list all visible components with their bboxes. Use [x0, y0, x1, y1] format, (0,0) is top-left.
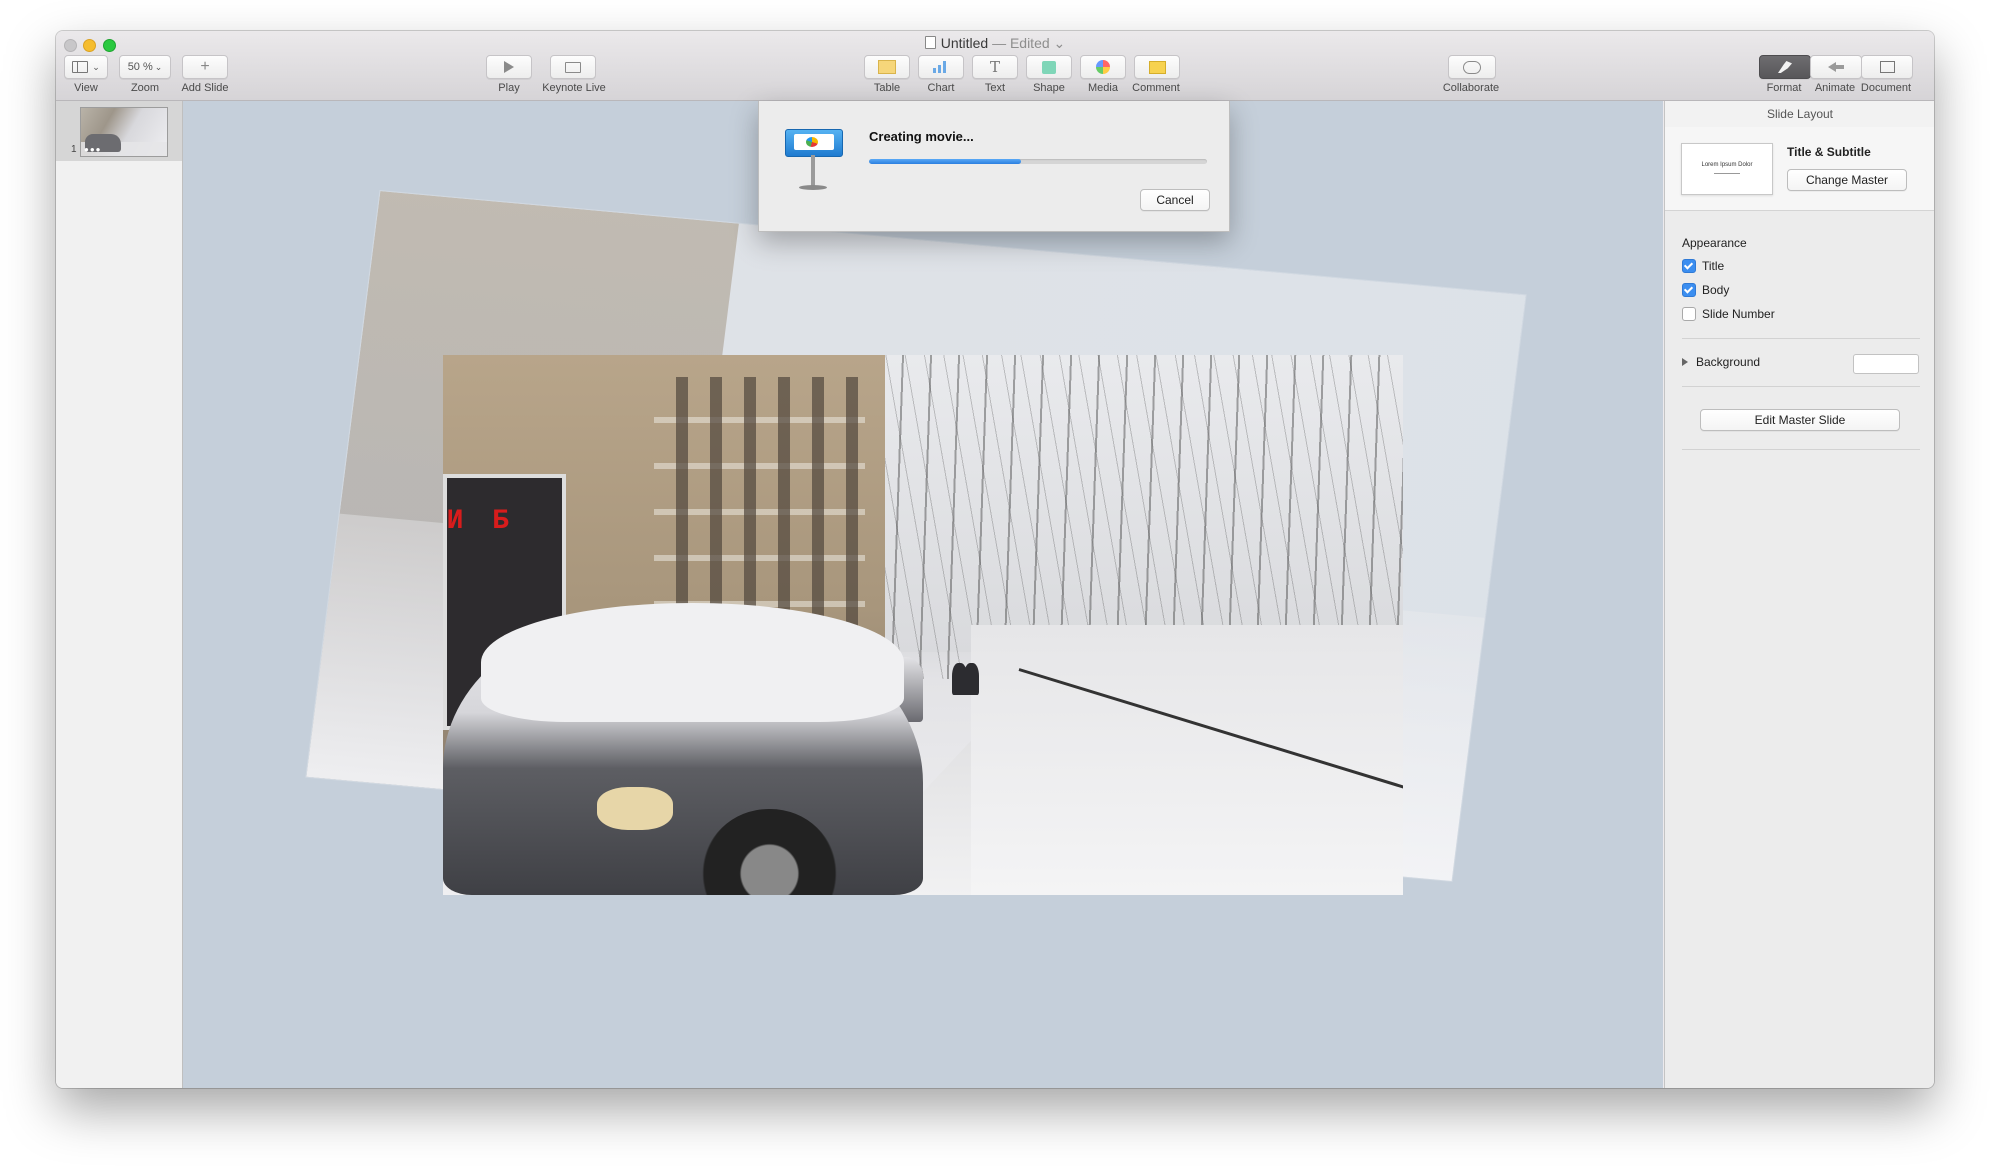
document-inspector-icon	[1879, 61, 1895, 73]
progress-bar	[869, 159, 1207, 164]
body-checkbox-label: Body	[1702, 283, 1730, 297]
media-label: Media	[1088, 82, 1118, 94]
animate-label: Animate	[1814, 82, 1856, 94]
slide-navigator: 1 ●●●	[56, 101, 183, 1088]
background-color-well[interactable]	[1853, 354, 1919, 374]
format-label: Format	[1766, 82, 1802, 94]
collaborate-label: Collaborate	[1442, 82, 1500, 94]
chart-button[interactable]	[918, 55, 964, 79]
chevron-down-icon: ⌄	[92, 61, 100, 72]
chevron-down-icon[interactable]: ⌄	[1054, 35, 1066, 51]
document-icon	[924, 36, 936, 49]
slide-number: 1	[71, 144, 77, 155]
play-icon	[504, 61, 514, 73]
format-inspector: Slide Layout Lorem Ipsum Dolor Title & S…	[1664, 101, 1934, 1088]
build-dots-icon: ●●●	[84, 145, 102, 154]
master-section: Lorem Ipsum Dolor Title & Subtitle Chang…	[1665, 127, 1934, 211]
background-disclosure[interactable]: Background	[1682, 355, 1760, 369]
table-button[interactable]	[864, 55, 910, 79]
background-label: Background	[1696, 355, 1761, 369]
keynote-live-icon	[565, 61, 581, 73]
shape-button[interactable]	[1026, 55, 1072, 79]
slide-photo[interactable]: НИ Б	[443, 355, 1403, 895]
master-name: Title & Subtitle	[1787, 145, 1871, 159]
document-label: Document	[1860, 82, 1912, 94]
plus-icon: +	[200, 58, 210, 75]
zoom-label: Zoom	[130, 82, 160, 94]
sidebar-view-icon	[72, 61, 89, 73]
toolbar: Untitled — Edited ⌄ ⌄ View 50 % ⌄ Zoom +…	[56, 31, 1934, 101]
play-label: Play	[498, 82, 520, 94]
window-title: Untitled — Edited ⌄	[56, 35, 1934, 52]
format-button[interactable]	[1759, 55, 1811, 79]
shop-sign-text: НИ Б	[443, 506, 516, 538]
slide-thumbnail-image[interactable]: ●●●	[80, 107, 168, 157]
animate-icon	[1828, 62, 1844, 72]
edited-status[interactable]: — Edited	[992, 35, 1050, 51]
comment-label: Comment	[1132, 82, 1180, 94]
title-checkbox-label: Title	[1702, 259, 1725, 273]
change-master-button[interactable]: Change Master	[1787, 169, 1907, 191]
keynote-live-button[interactable]	[550, 55, 596, 79]
title-checkbox-row[interactable]: Title	[1682, 259, 1724, 273]
appearance-heading: Appearance	[1682, 236, 1747, 250]
view-label: View	[74, 82, 98, 94]
comment-icon	[1148, 60, 1166, 74]
animate-button[interactable]	[1810, 55, 1862, 79]
slide-thumbnail-selected[interactable]: 1 ●●●	[56, 101, 182, 161]
master-thumbnail[interactable]: Lorem Ipsum Dolor	[1681, 143, 1773, 195]
media-button[interactable]	[1080, 55, 1126, 79]
shape-label: Shape	[1033, 82, 1065, 94]
edit-master-slide-button[interactable]: Edit Master Slide	[1700, 409, 1900, 431]
text-icon: T	[989, 58, 1000, 76]
disclosure-triangle-icon	[1682, 358, 1688, 366]
divider	[1682, 386, 1920, 387]
table-icon	[878, 60, 896, 74]
zoom-value: 50 %	[127, 61, 153, 73]
add-slide-button[interactable]: +	[182, 55, 228, 79]
add-slide-label: Add Slide	[181, 82, 229, 94]
title-checkbox[interactable]	[1682, 259, 1696, 273]
paintbrush-icon	[1778, 61, 1792, 73]
chart-icon	[933, 61, 949, 73]
slide-number-checkbox-row[interactable]: Slide Number	[1682, 307, 1775, 321]
comment-button[interactable]	[1134, 55, 1180, 79]
slide-number-checkbox-label: Slide Number	[1702, 307, 1775, 321]
table-label: Table	[873, 82, 901, 94]
divider	[1682, 338, 1920, 339]
divider	[1682, 449, 1920, 450]
slide-canvas[interactable]: НИ Б	[183, 101, 1663, 1088]
media-icon	[1096, 60, 1110, 74]
body-checkbox[interactable]	[1682, 283, 1696, 297]
body-checkbox-row[interactable]: Body	[1682, 283, 1729, 297]
text-button[interactable]: T	[972, 55, 1018, 79]
progress-title: Creating movie...	[869, 129, 974, 144]
export-progress-sheet: Creating movie... Cancel	[758, 101, 1230, 232]
collaborate-button[interactable]	[1448, 55, 1496, 79]
collaborate-icon	[1463, 60, 1481, 74]
progress-bar-fill	[869, 159, 1022, 164]
chevron-down-icon: ⌄	[154, 61, 163, 72]
view-button[interactable]: ⌄	[64, 55, 108, 79]
chart-label: Chart	[927, 82, 955, 94]
play-button[interactable]	[486, 55, 532, 79]
document-button[interactable]	[1861, 55, 1913, 79]
inspector-header: Slide Layout	[1665, 101, 1934, 128]
shape-icon	[1042, 60, 1056, 74]
keynote-live-label: Keynote Live	[542, 82, 606, 94]
text-label: Text	[984, 82, 1006, 94]
document-name: Untitled	[940, 35, 989, 51]
master-thumbnail-text: Lorem Ipsum Dolor	[1701, 162, 1753, 168]
cancel-button[interactable]: Cancel	[1140, 189, 1210, 211]
zoom-select[interactable]: 50 % ⌄	[119, 55, 171, 79]
slide-number-checkbox[interactable]	[1682, 307, 1696, 321]
keynote-app-icon	[785, 129, 843, 191]
keynote-window: Untitled — Edited ⌄ ⌄ View 50 % ⌄ Zoom +…	[56, 31, 1934, 1088]
